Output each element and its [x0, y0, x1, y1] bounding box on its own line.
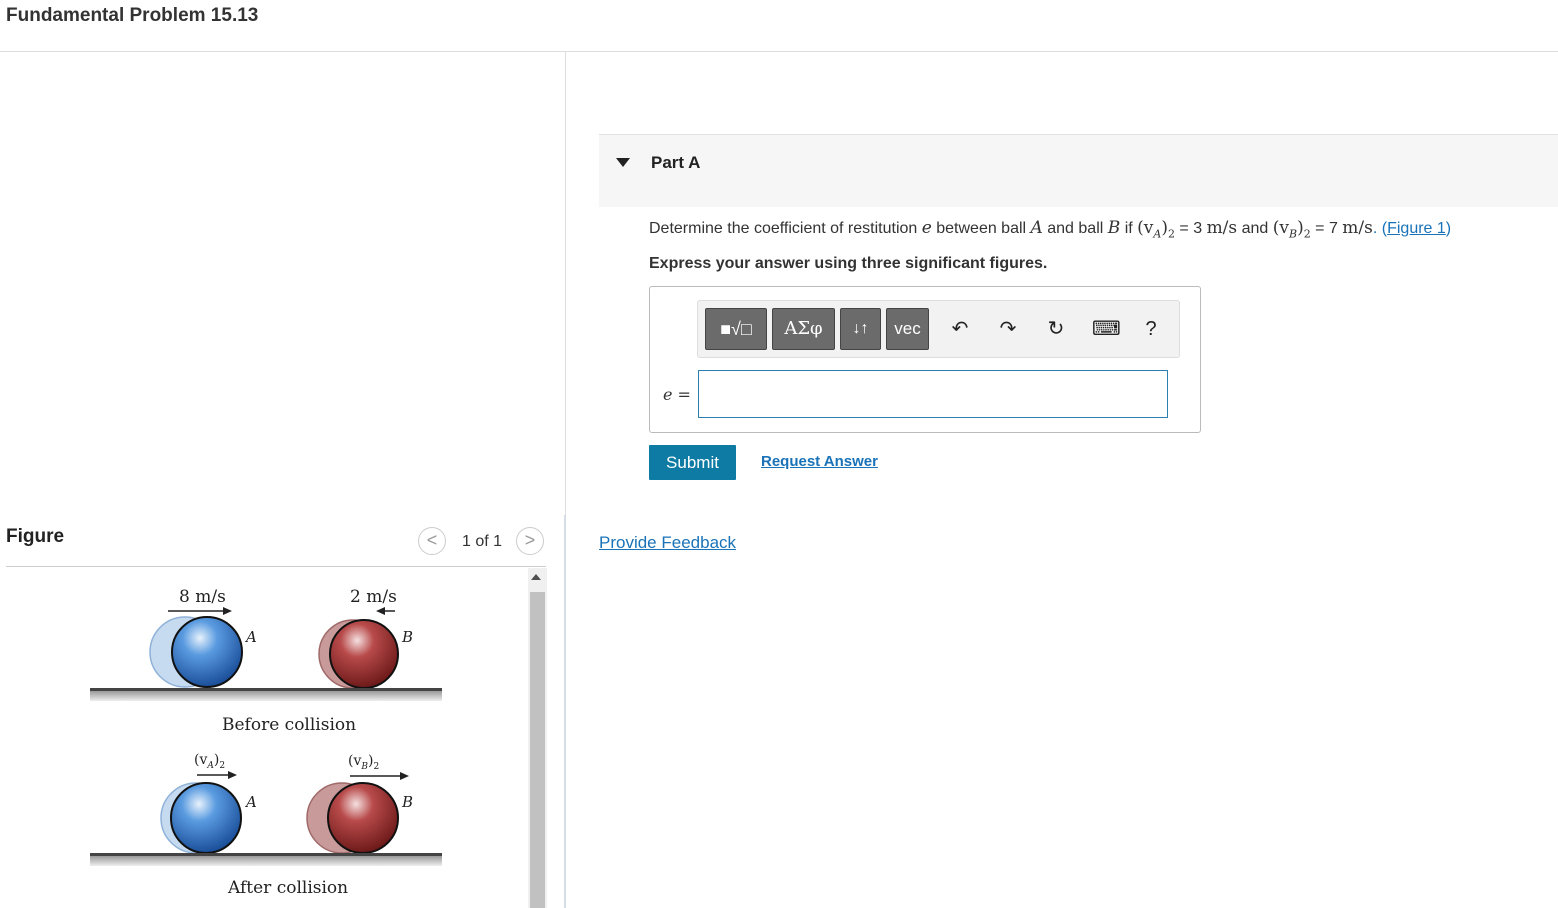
pane-divider-lower — [564, 515, 566, 908]
ball-b — [329, 619, 399, 689]
submit-button[interactable]: Submit — [649, 445, 736, 480]
before-caption: Before collision — [222, 715, 356, 735]
va-label: (vA)2 — [194, 752, 225, 771]
arrows-button[interactable]: ↓↑ — [840, 308, 881, 350]
ball-a-label: A — [244, 793, 257, 811]
ball-b — [327, 782, 399, 854]
ball-b-label: B — [401, 628, 413, 646]
ball-a — [171, 616, 243, 688]
part-a-header[interactable] — [599, 134, 1558, 207]
after-caption: After collision — [227, 878, 348, 898]
vector-button[interactable]: vec — [886, 308, 929, 350]
ground — [90, 691, 442, 701]
greek-symbols-button[interactable]: ΑΣφ — [772, 308, 835, 350]
ground-line — [90, 853, 442, 856]
part-a-label: Part A — [651, 153, 701, 172]
provide-feedback-link[interactable]: Provide Feedback — [599, 533, 736, 553]
previous-figure-button[interactable]: < — [418, 527, 446, 555]
templates-button[interactable]: ■√□ — [705, 308, 767, 350]
figure-divider — [6, 566, 546, 567]
help-icon[interactable]: ? — [1140, 318, 1162, 340]
question-text: Determine the coefficient of restitution… — [649, 218, 1452, 241]
instruction-text: Express your answer using three signific… — [649, 255, 1048, 272]
vb-label: (vB)2 — [348, 753, 379, 772]
speed-b-label: 2 m/s — [350, 587, 397, 607]
next-figure-button[interactable]: > — [516, 527, 544, 555]
redo-icon[interactable]: ↷ — [997, 318, 1019, 340]
arrow-head-icon — [223, 607, 232, 615]
collision-figure: 8 m/s 2 m/s A B Before collision (vA)2 (… — [90, 587, 442, 898]
reset-icon[interactable]: ↻ — [1045, 318, 1067, 340]
arrow-head-icon — [228, 771, 237, 779]
input-label: e = — [663, 385, 691, 404]
answer-input[interactable] — [698, 370, 1168, 418]
figure-link[interactable]: Figure 1 — [1387, 220, 1446, 237]
arrow-head-icon — [376, 607, 385, 615]
ball-b-label: B — [401, 793, 413, 811]
header-divider — [0, 51, 1558, 52]
chevron-right-icon: > — [524, 530, 536, 550]
arrow-head-icon — [400, 772, 409, 780]
figure-pager-text: 1 of 1 — [462, 533, 503, 550]
ground — [90, 856, 442, 866]
figure-label: Figure — [6, 526, 65, 547]
speed-a-label: 8 m/s — [179, 587, 226, 607]
collapse-caret-icon[interactable] — [616, 158, 630, 167]
ball-a — [170, 782, 242, 854]
undo-icon[interactable]: ↶ — [949, 318, 971, 340]
page-title: Fundamental Problem 15.13 — [6, 5, 259, 26]
scroll-up-icon[interactable] — [531, 574, 541, 580]
chevron-left-icon: < — [426, 530, 438, 550]
ball-a-label: A — [244, 628, 257, 646]
request-answer-link[interactable]: Request Answer — [761, 453, 878, 470]
scrollbar-thumb[interactable] — [530, 592, 545, 908]
keyboard-icon[interactable]: ⌨ — [1092, 318, 1121, 340]
ground-line — [90, 688, 442, 691]
